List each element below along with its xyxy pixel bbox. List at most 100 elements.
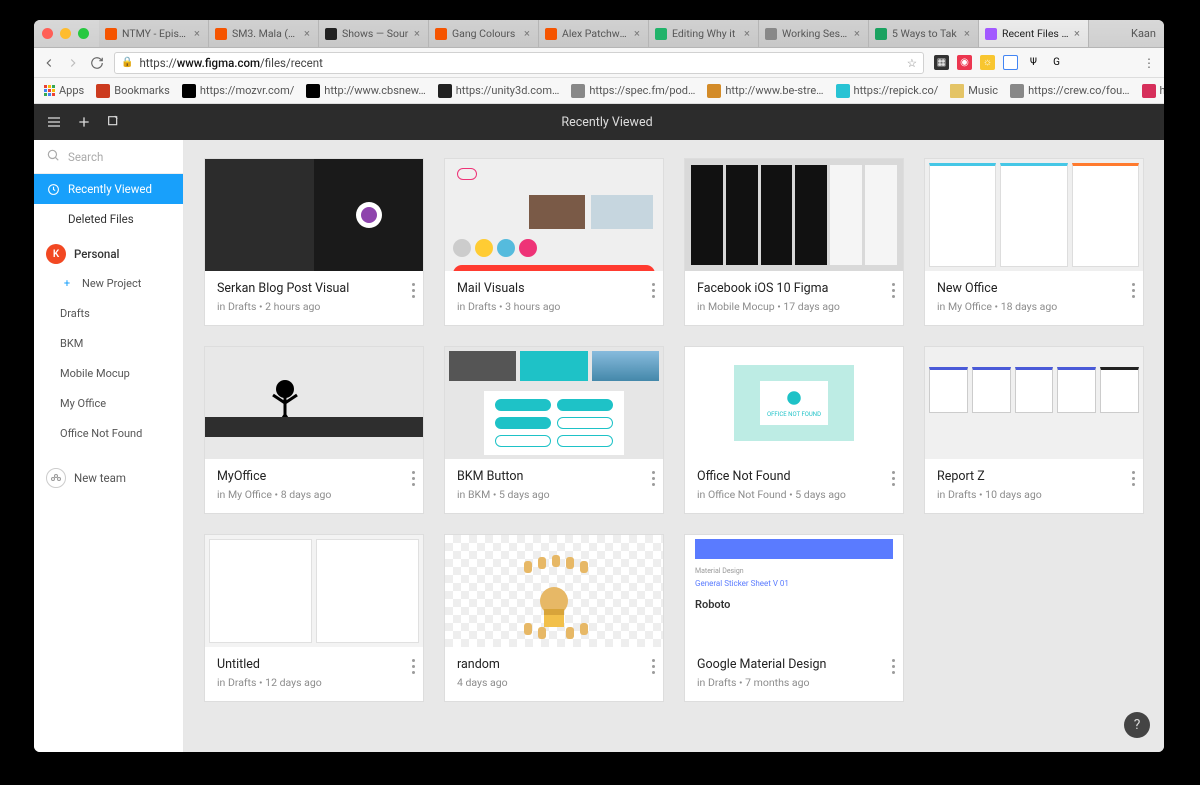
sidebar-item-project[interactable]: Office Not Found <box>34 418 183 448</box>
address-bar[interactable]: 🔒 https://www.figma.com/files/recent ☆ <box>114 52 924 74</box>
file-grid: Serkan Blog Post Visualin Drafts • 2 hou… <box>184 140 1164 752</box>
browser-tab[interactable]: 5 Ways to Tak× <box>869 20 979 47</box>
close-icon[interactable]: × <box>1074 27 1082 40</box>
sidebar-item-project[interactable]: Mobile Mocup <box>34 358 183 388</box>
zoom-window-icon[interactable] <box>78 28 89 39</box>
star-icon[interactable]: ☆ <box>907 56 917 70</box>
more-icon[interactable] <box>892 283 895 298</box>
close-icon[interactable]: × <box>304 27 312 40</box>
back-button[interactable] <box>42 56 56 70</box>
new-file-icon[interactable] <box>76 114 92 130</box>
tab-title: NTMY - Episod <box>122 27 189 40</box>
more-icon[interactable] <box>892 659 895 674</box>
sidebar-section-personal[interactable]: K Personal <box>34 234 183 268</box>
browser-tab[interactable]: Working Session × <box>759 20 869 47</box>
page-title: Recently Viewed <box>136 115 1078 130</box>
file-card[interactable]: Untitledin Drafts • 12 days ago <box>204 534 424 702</box>
file-card[interactable]: Serkan Blog Post Visualin Drafts • 2 hou… <box>204 158 424 326</box>
bookmark-item[interactable]: https://crew.co/fou… <box>1010 84 1129 98</box>
sidebar-item-label: My Office <box>60 397 106 410</box>
file-card[interactable]: random4 days ago <box>444 534 664 702</box>
sidebar-item-project[interactable]: My Office <box>34 388 183 418</box>
close-icon[interactable]: × <box>634 27 642 40</box>
browser-tab[interactable]: NTMY - Episod × <box>99 20 209 47</box>
more-icon[interactable] <box>412 659 415 674</box>
browser-tab[interactable]: Alex Patchwork× <box>539 20 649 47</box>
bookmark-item[interactable]: https://repick.co/ <box>836 84 939 98</box>
search-input[interactable]: Search <box>34 140 183 174</box>
file-meta: in My Office • 18 days ago <box>937 300 1131 313</box>
file-card[interactable]: BKM Buttonin BKM • 5 days ago <box>444 346 664 514</box>
sidebar-item-recently-viewed[interactable]: Recently Viewed <box>34 174 183 204</box>
help-button[interactable]: ? <box>1124 712 1150 738</box>
sidebar-item-label: New Project <box>82 277 141 290</box>
file-name: MyOffice <box>217 469 411 484</box>
file-card[interactable]: Facebook iOS 10 Figmain Mobile Mocup • 1… <box>684 158 904 326</box>
file-card[interactable]: OFFICE NOT FOUNDOffice Not Foundin Offic… <box>684 346 904 514</box>
bookmark-item[interactable]: https://unity3d.com… <box>438 84 560 98</box>
close-window-icon[interactable] <box>42 28 53 39</box>
close-icon[interactable]: × <box>194 27 202 40</box>
bookmark-item[interactable]: http://www.be-stre… <box>707 84 823 98</box>
browser-tab[interactable]: Shows — Sour× <box>319 20 429 47</box>
file-card[interactable]: Mail Visualsin Drafts • 3 hours ago <box>444 158 664 326</box>
extension-icon[interactable] <box>1072 55 1087 70</box>
apps-label: Apps <box>59 84 84 97</box>
hamburger-icon[interactable] <box>46 114 62 130</box>
sidebar-item-project[interactable]: Drafts <box>34 298 183 328</box>
reload-button[interactable] <box>90 56 104 70</box>
file-meta: in Drafts • 12 days ago <box>217 676 411 689</box>
search-icon <box>46 148 60 165</box>
browser-tab[interactable]: SM3. Mala (De× <box>209 20 319 47</box>
file-card[interactable]: New Officein My Office • 18 days ago <box>924 158 1144 326</box>
browser-tab[interactable]: Gang Colours× <box>429 20 539 47</box>
extension-icon[interactable] <box>1003 55 1018 70</box>
sidebar-item-project[interactable]: BKM <box>34 328 183 358</box>
file-name: Google Material Design <box>697 657 891 672</box>
more-icon[interactable] <box>652 659 655 674</box>
more-icon[interactable] <box>1132 283 1135 298</box>
forward-button[interactable] <box>66 56 80 70</box>
close-icon[interactable]: × <box>744 27 752 40</box>
more-icon[interactable] <box>1132 471 1135 486</box>
file-card[interactable]: Report Zin Drafts • 10 days ago <box>924 346 1144 514</box>
extension-icon[interactable] <box>1095 55 1110 70</box>
close-icon[interactable]: × <box>964 27 972 40</box>
browser-tab[interactable]: Editing Why it× <box>649 20 759 47</box>
extension-icon[interactable]: ▦ <box>934 55 949 70</box>
more-icon[interactable] <box>412 283 415 298</box>
file-card[interactable]: Material DesignGeneral Sticker Sheet V 0… <box>684 534 904 702</box>
import-icon[interactable] <box>106 114 122 130</box>
close-icon[interactable]: × <box>414 27 422 40</box>
sidebar-item-deleted[interactable]: Deleted Files <box>34 204 183 234</box>
minimize-window-icon[interactable] <box>60 28 71 39</box>
favicon <box>438 84 452 98</box>
more-icon[interactable] <box>412 471 415 486</box>
sidebar-item-new-team[interactable]: New team <box>34 458 183 492</box>
sidebar-section-label: Personal <box>74 247 119 261</box>
extension-icon[interactable]: G <box>1049 55 1064 70</box>
bookmark-item[interactable]: Bookmarks <box>96 84 170 98</box>
extension-icon[interactable] <box>1118 55 1133 70</box>
extension-icon[interactable]: ◉ <box>957 55 972 70</box>
extension-icon[interactable]: Ψ <box>1026 55 1041 70</box>
more-icon[interactable] <box>892 471 895 486</box>
menu-icon[interactable]: ⋮ <box>1143 56 1156 70</box>
bookmark-item[interactable]: Music <box>950 84 998 98</box>
extension-icon[interactable]: ☼ <box>980 55 995 70</box>
close-icon[interactable]: × <box>524 27 532 40</box>
more-icon[interactable] <box>652 471 655 486</box>
sidebar-item-label: Recently Viewed <box>68 182 152 196</box>
browser-tab[interactable]: Recent Files — Fig× <box>979 20 1089 47</box>
favicon <box>985 28 997 40</box>
close-icon[interactable]: × <box>854 27 862 40</box>
file-card[interactable]: MyOfficein My Office • 8 days ago <box>204 346 424 514</box>
apps-shortcut[interactable]: Apps <box>44 84 84 97</box>
bookmark-item[interactable]: http://niceportfol.io/ <box>1142 84 1164 98</box>
tab-title: Working Session <box>782 27 849 40</box>
bookmark-item[interactable]: https://spec.fm/pod… <box>571 84 695 98</box>
bookmark-item[interactable]: http://www.cbsnew… <box>306 84 425 98</box>
bookmark-item[interactable]: https://mozvr.com/ <box>182 84 294 98</box>
more-icon[interactable] <box>652 283 655 298</box>
sidebar-item-new-project[interactable]: + New Project <box>34 268 183 298</box>
